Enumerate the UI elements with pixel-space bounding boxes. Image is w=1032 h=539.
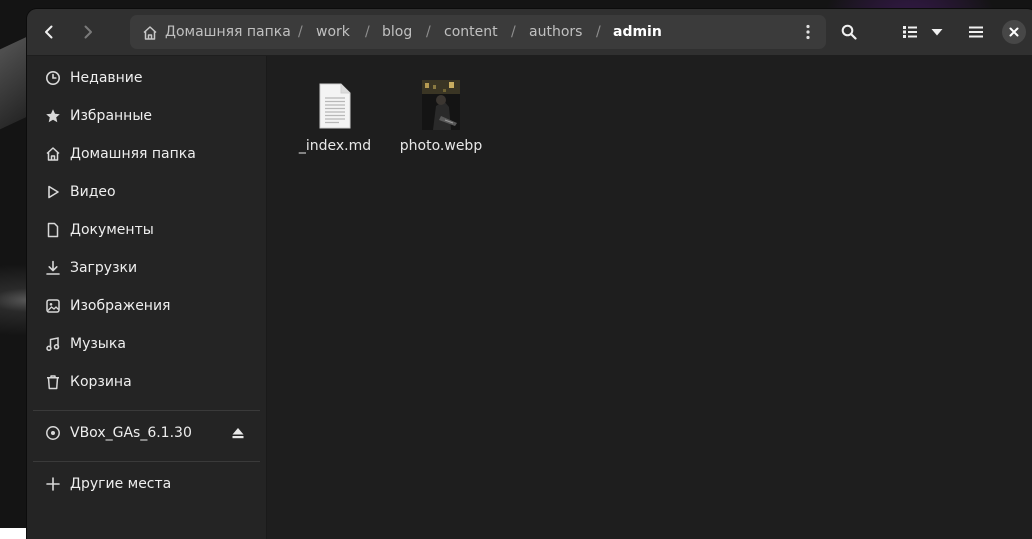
eject-icon[interactable] bbox=[230, 425, 246, 441]
sidebar-item-label: Корзина bbox=[70, 374, 132, 390]
header-bar: Домашняя папка / work / blog / content /… bbox=[27, 9, 1032, 56]
path-bar: Домашняя папка / work / blog / content /… bbox=[130, 15, 826, 49]
vertical-dots-icon[interactable] bbox=[800, 24, 816, 40]
image-icon bbox=[46, 299, 60, 313]
sidebar-item-label: Загрузки bbox=[70, 260, 138, 276]
breadcrumb-work[interactable]: work bbox=[316, 15, 350, 49]
close-icon bbox=[1009, 27, 1019, 37]
breadcrumb-blog[interactable]: blog bbox=[382, 15, 412, 49]
breadcrumb-content[interactable]: content bbox=[444, 15, 498, 49]
view-options-button[interactable] bbox=[926, 16, 948, 48]
search-button[interactable] bbox=[833, 16, 865, 48]
clock-icon bbox=[46, 71, 60, 85]
file-name: photo.webp bbox=[399, 138, 483, 154]
sidebar-item-documents[interactable]: Документы bbox=[33, 212, 260, 248]
breadcrumb-separator: / bbox=[511, 24, 516, 40]
sidebar-item-label: Другие места bbox=[70, 476, 172, 492]
sidebar-item-starred[interactable]: Избранные bbox=[33, 98, 260, 134]
chevron-right-icon bbox=[84, 25, 92, 39]
sidebar-item-label: VBox_GAs_6.1.30 bbox=[70, 425, 192, 441]
breadcrumb-separator: / bbox=[596, 24, 601, 40]
sidebar-item-label: Документы bbox=[70, 222, 154, 238]
search-icon bbox=[841, 24, 857, 40]
sidebar-separator bbox=[33, 410, 260, 411]
main-menu-button[interactable] bbox=[960, 16, 992, 48]
video-icon bbox=[48, 185, 59, 199]
breadcrumb-current[interactable]: admin bbox=[613, 15, 662, 49]
sidebar-item-label: Музыка bbox=[70, 336, 126, 352]
document-icon bbox=[47, 222, 59, 238]
view-list-button[interactable] bbox=[897, 16, 923, 48]
home-icon bbox=[46, 147, 60, 161]
forward-button[interactable] bbox=[72, 16, 104, 48]
sidebar-item-label: Видео bbox=[70, 184, 116, 200]
disc-icon bbox=[46, 426, 60, 440]
chevron-left-icon bbox=[45, 25, 53, 39]
sidebar-item-label: Изображения bbox=[70, 298, 171, 314]
sidebar-item-recent[interactable]: Недавние bbox=[33, 60, 260, 96]
breadcrumb-separator: / bbox=[298, 24, 303, 40]
trash-icon bbox=[47, 375, 59, 390]
image-thumbnail bbox=[422, 80, 460, 130]
sidebar-item-label: Домашняя папка bbox=[70, 146, 196, 162]
breadcrumb-home[interactable]: Домашняя папка bbox=[165, 15, 291, 49]
breadcrumb-separator: / bbox=[426, 24, 431, 40]
download-icon bbox=[46, 260, 60, 275]
sidebar-item-pictures[interactable]: Изображения bbox=[33, 288, 260, 324]
star-icon bbox=[46, 109, 60, 123]
sidebar-item-home[interactable]: Домашняя папка bbox=[33, 136, 260, 172]
sidebar-item-videos[interactable]: Видео bbox=[33, 174, 260, 210]
sidebar-item-label: Избранные bbox=[70, 108, 152, 124]
sidebar-item-vbox-disc[interactable]: VBox_GAs_6.1.30 bbox=[33, 415, 260, 451]
file-name: _index.md bbox=[298, 138, 372, 154]
plus-icon bbox=[46, 477, 60, 491]
sidebar-item-downloads[interactable]: Загрузки bbox=[33, 250, 260, 286]
list-view-icon bbox=[903, 26, 917, 38]
hamburger-menu-icon bbox=[969, 26, 983, 38]
sidebar-item-other-locations[interactable]: Другие места bbox=[33, 466, 260, 502]
sidebar-item-music[interactable]: Музыка bbox=[33, 326, 260, 362]
breadcrumb-separator: / bbox=[365, 24, 370, 40]
sidebar-item-label: Недавние bbox=[70, 70, 143, 86]
text-file-icon bbox=[319, 83, 351, 129]
close-button[interactable] bbox=[1002, 20, 1026, 44]
sidebar-separator bbox=[33, 461, 260, 462]
file-manager-window: Домашняя папка / work / blog / content /… bbox=[27, 9, 1032, 539]
home-icon bbox=[143, 26, 157, 40]
sidebar-item-trash[interactable]: Корзина bbox=[33, 364, 260, 400]
sidebar: Недавние Избранные Домашняя папка Видео … bbox=[27, 56, 267, 539]
triangle-down-icon bbox=[931, 29, 943, 36]
file-view[interactable]: _index.md photo.webp bbox=[267, 56, 1032, 539]
breadcrumb-authors[interactable]: authors bbox=[529, 15, 582, 49]
back-button[interactable] bbox=[33, 16, 65, 48]
music-icon bbox=[46, 337, 60, 352]
